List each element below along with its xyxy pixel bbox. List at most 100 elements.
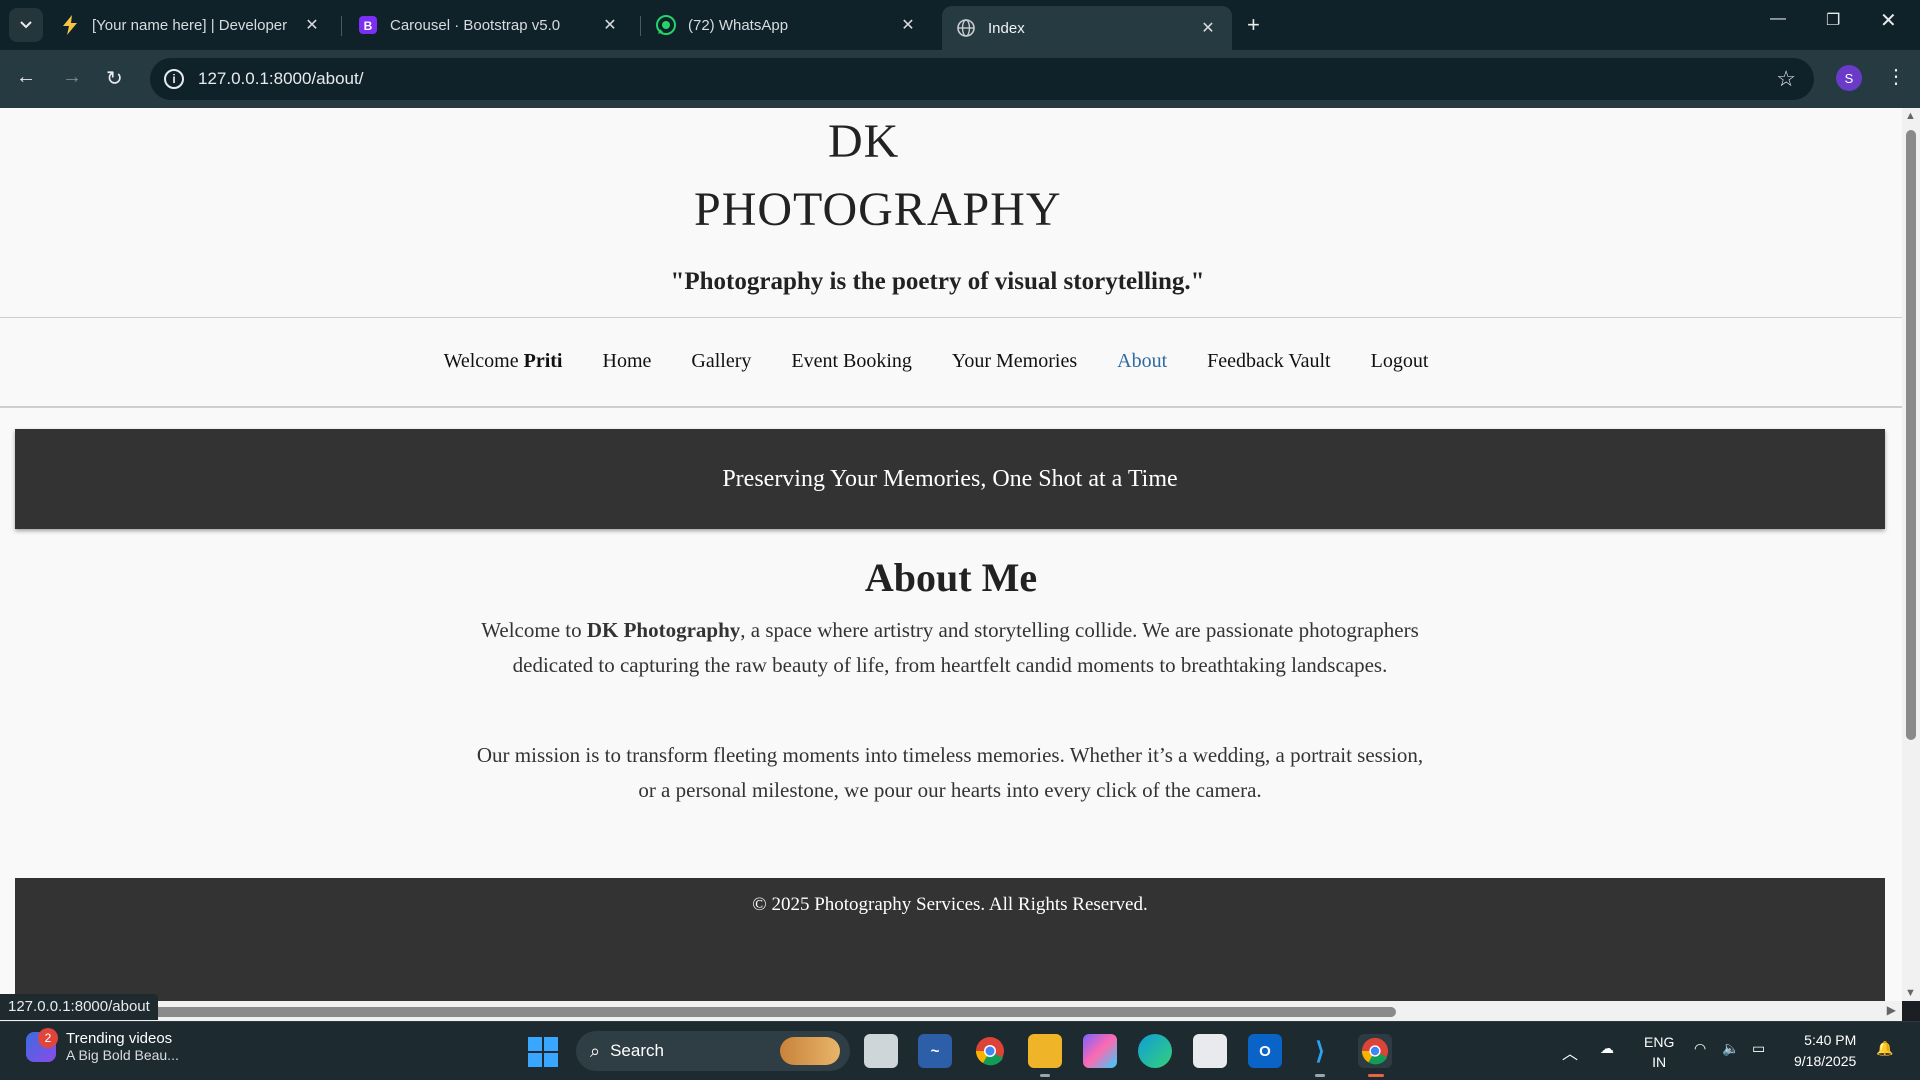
windows-start-icon[interactable] xyxy=(528,1037,558,1067)
nav-feedback-vault[interactable]: Feedback Vault xyxy=(1207,350,1331,373)
address-bar[interactable]: i 127.0.0.1:8000/about/ ☆ xyxy=(150,58,1814,100)
minimize-icon[interactable]: — xyxy=(1770,10,1786,28)
widget-title: Trending videos xyxy=(66,1030,173,1047)
taskbar-search[interactable]: ⌕ Search xyxy=(576,1031,850,1071)
outlook-icon[interactable]: O xyxy=(1248,1034,1282,1068)
tab-index[interactable]: Index ✕ xyxy=(942,6,1232,50)
hero-banner: Preserving Your Memories, One Shot at a … xyxy=(15,429,1885,529)
horizontal-scrollbar[interactable]: ▶ xyxy=(0,1001,1902,1021)
kebab-menu-icon[interactable]: ⋮ xyxy=(1886,64,1906,89)
scroll-up-arrow-icon[interactable]: ▲ xyxy=(1905,110,1916,122)
forward-arrow-icon[interactable]: → xyxy=(62,66,82,89)
taskbar: 2 Trending videos A Big Bold Beau... ⌕ S… xyxy=(0,1021,1920,1080)
chrome-icon[interactable] xyxy=(973,1034,1007,1068)
volume-icon[interactable]: 🔈 xyxy=(1722,1040,1739,1057)
bootstrap-icon: B xyxy=(358,15,378,35)
clock-time: 5:40 PM xyxy=(1804,1032,1857,1048)
task-view-icon[interactable] xyxy=(864,1034,898,1068)
mysql-workbench-icon[interactable]: ~ xyxy=(918,1034,952,1068)
close-icon[interactable]: ✕ xyxy=(898,15,918,35)
chevron-down-icon xyxy=(20,21,32,29)
tab-bootstrap[interactable]: B Carousel · Bootstrap v5.0 ✕ xyxy=(344,6,634,44)
profile-avatar[interactable]: S xyxy=(1836,65,1862,91)
widgets-button[interactable]: 2 Trending videos A Big Bold Beau... xyxy=(26,1027,179,1063)
clock[interactable]: 5:40 PM 9/18/2025 xyxy=(1794,1030,1856,1072)
nav-home[interactable]: Home xyxy=(603,350,652,373)
search-highlight-image xyxy=(780,1037,840,1065)
tab-developer[interactable]: [Your name here] | Developer ✕ xyxy=(46,6,336,44)
vertical-scroll-thumb[interactable] xyxy=(1906,130,1916,740)
nav-gallery[interactable]: Gallery xyxy=(691,350,751,373)
tab-divider xyxy=(640,16,641,36)
search-icon: ⌕ xyxy=(590,1040,601,1061)
footer-text: © 2025 Photography Services. All Rights … xyxy=(752,894,1148,915)
window-close-icon[interactable]: ✕ xyxy=(1880,8,1897,33)
wifi-icon[interactable]: ◠ xyxy=(1694,1040,1706,1057)
tab-divider xyxy=(341,16,342,36)
widgets-icon: 2 xyxy=(26,1027,58,1062)
nav-event-booking[interactable]: Event Booking xyxy=(791,350,912,373)
tab-strip: [Your name here] | Developer ✕ B Carouse… xyxy=(0,0,1920,50)
notification-badge: 2 xyxy=(38,1027,58,1048)
about-title: About Me xyxy=(864,555,1038,600)
reload-icon[interactable]: ↻ xyxy=(106,66,123,91)
bookmark-star-icon[interactable]: ☆ xyxy=(1776,66,1796,92)
scroll-down-arrow-icon[interactable]: ▼ xyxy=(1905,987,1916,999)
close-icon[interactable]: ✕ xyxy=(600,15,620,35)
edge-icon[interactable] xyxy=(1138,1034,1172,1068)
battery-icon[interactable]: ▭ xyxy=(1752,1040,1765,1057)
browser-toolbar: ← → ↻ i 127.0.0.1:8000/about/ ☆ S ⋮ xyxy=(0,50,1920,108)
chrome-profile-icon[interactable] xyxy=(1358,1034,1392,1068)
vertical-scrollbar[interactable]: ▲ ▼ xyxy=(1902,108,1920,1001)
close-icon[interactable]: ✕ xyxy=(302,15,322,35)
bolt-icon xyxy=(60,15,80,35)
site-footer: © 2025 Photography Services. All Rights … xyxy=(15,878,1885,1001)
running-indicator xyxy=(1315,1074,1325,1077)
horizontal-scroll-thumb[interactable] xyxy=(150,1007,1396,1017)
site-tagline: "Photography is the poetry of visual sto… xyxy=(670,268,1205,295)
active-indicator xyxy=(1368,1074,1384,1077)
tab-title: (72) WhatsApp xyxy=(688,16,789,34)
tab-title: Index xyxy=(988,19,1025,37)
language-code: ENG xyxy=(1644,1034,1675,1050)
about-paragraph-1: Welcome to DK Photography, a space where… xyxy=(470,613,1430,683)
page-viewport: DK PHOTOGRAPHY "Photography is the poetr… xyxy=(0,108,1902,1001)
back-arrow-icon[interactable]: ← xyxy=(16,66,36,89)
nav-logout[interactable]: Logout xyxy=(1371,350,1429,373)
language-indicator[interactable]: ENG IN xyxy=(1644,1032,1674,1072)
p1-brand: DK Photography xyxy=(586,618,741,642)
hero-text: Preserving Your Memories, One Shot at a … xyxy=(722,465,1178,492)
url-text[interactable]: 127.0.0.1:8000/about/ xyxy=(198,69,363,89)
copilot-icon[interactable] xyxy=(1083,1034,1117,1068)
restore-icon[interactable]: ❐ xyxy=(1826,10,1840,30)
tab-whatsapp[interactable]: (72) WhatsApp ✕ xyxy=(642,6,932,44)
tab-title: [Your name here] | Developer xyxy=(92,16,288,34)
clock-date: 9/18/2025 xyxy=(1794,1053,1857,1069)
scroll-right-arrow-icon[interactable]: ▶ xyxy=(1887,1003,1896,1017)
microsoft-store-icon[interactable] xyxy=(1193,1034,1227,1068)
site-info-icon[interactable]: i xyxy=(164,69,184,89)
globe-icon xyxy=(956,18,976,38)
region-code: IN xyxy=(1652,1054,1667,1070)
close-icon[interactable]: ✕ xyxy=(1198,18,1218,38)
welcome-text: Welcome Priti xyxy=(444,350,563,373)
about-paragraph-2: Our mission is to transform fleeting mom… xyxy=(476,743,1424,802)
widget-subtitle: A Big Bold Beau... xyxy=(66,1047,179,1063)
nav-about[interactable]: About xyxy=(1117,350,1167,373)
new-tab-plus-icon[interactable]: + xyxy=(1247,12,1260,38)
tray-overflow-chevron-icon[interactable]: ︿ xyxy=(1562,1040,1578,1064)
brand-line-1: DK xyxy=(828,115,900,168)
header-divider xyxy=(0,317,1902,318)
whatsapp-icon xyxy=(656,15,676,35)
svg-text:B: B xyxy=(364,19,373,33)
notification-bell-icon[interactable]: 🔔 xyxy=(1876,1040,1893,1057)
tab-search-button[interactable] xyxy=(9,8,43,42)
vscode-icon[interactable]: ⟩ xyxy=(1303,1034,1337,1068)
p1-intro: Welcome to xyxy=(481,618,582,642)
tab-title: Carousel · Bootstrap v5.0 xyxy=(390,16,561,34)
brand-line-2: PHOTOGRAPHY xyxy=(694,183,1062,236)
file-explorer-icon[interactable] xyxy=(1028,1034,1062,1068)
onedrive-offline-icon[interactable]: ☁ xyxy=(1600,1040,1614,1057)
nav-your-memories[interactable]: Your Memories xyxy=(952,350,1077,373)
welcome-user: Priti xyxy=(523,350,563,372)
